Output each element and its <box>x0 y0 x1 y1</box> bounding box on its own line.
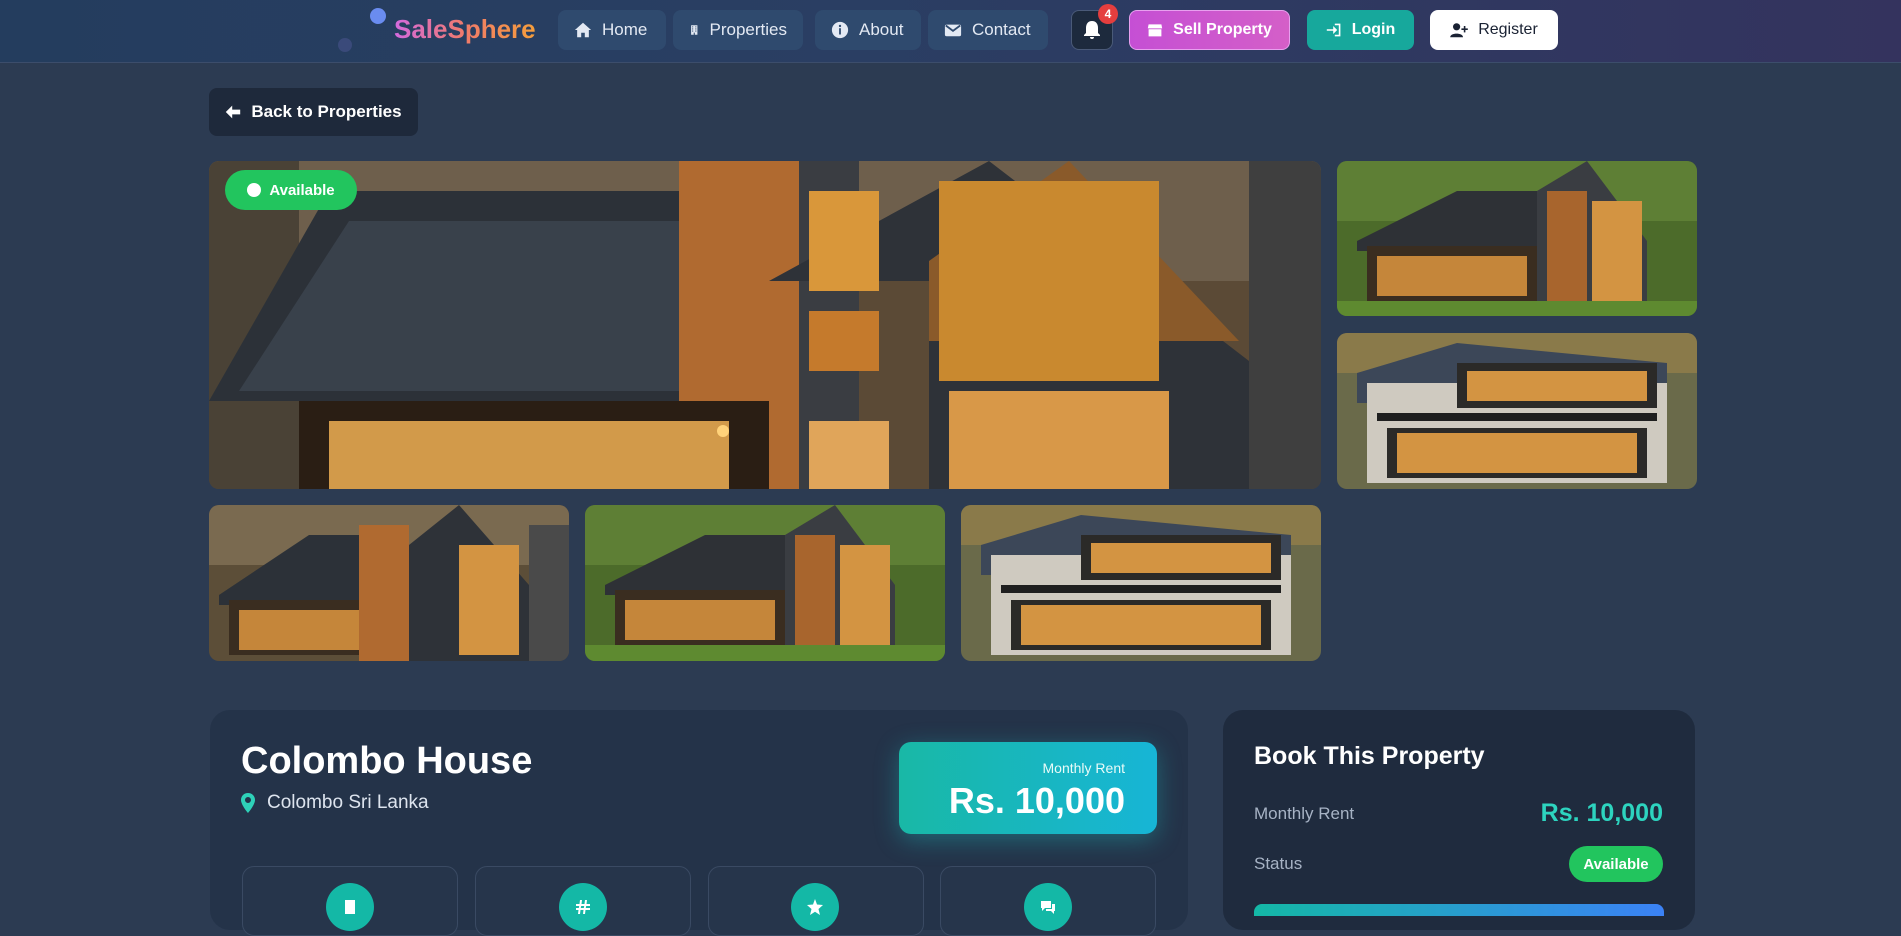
house-closeup-image <box>209 161 1321 489</box>
sell-property-label: Sell Property <box>1173 21 1272 38</box>
thumb-photo-1[interactable] <box>209 505 569 661</box>
chat-icon <box>1024 883 1072 931</box>
price-box: Monthly Rent Rs. 10,000 <box>899 742 1157 834</box>
booking-rent-label: Monthly Rent <box>1254 804 1355 823</box>
register-label: Register <box>1478 21 1538 38</box>
nav-properties-label: Properties <box>709 20 787 39</box>
availability-badge-label: Available <box>269 181 335 199</box>
house-stone-image <box>961 505 1321 661</box>
sell-property-button[interactable]: Sell Property <box>1129 10 1290 50</box>
house-wood-image <box>585 505 945 661</box>
house-stone-image <box>1337 333 1697 489</box>
main-photo[interactable] <box>209 161 1321 489</box>
brand-logo[interactable]: SaleSphere <box>394 14 536 45</box>
property-location: Colombo Sri Lanka <box>241 792 429 814</box>
envelope-icon <box>944 24 962 37</box>
nav-home[interactable]: Home <box>558 10 666 50</box>
bell-icon <box>1084 21 1100 39</box>
property-location-text: Colombo Sri Lanka <box>267 792 429 813</box>
arrow-left-icon <box>226 105 241 119</box>
login-label: Login <box>1351 21 1396 38</box>
home-icon <box>574 22 592 38</box>
price-label: Monthly Rent <box>1042 760 1125 776</box>
booking-action-button[interactable] <box>1254 904 1664 916</box>
login-button[interactable]: Login <box>1307 10 1414 50</box>
nav-contact[interactable]: Contact <box>928 10 1048 50</box>
nav-contact-label: Contact <box>972 20 1031 39</box>
logo-dot-icon <box>338 38 352 52</box>
register-button[interactable]: Register <box>1430 10 1558 50</box>
nav-about[interactable]: About <box>815 10 921 50</box>
booking-rent-value: Rs. 10,000 <box>1540 799 1663 827</box>
notification-count-badge: 4 <box>1098 4 1118 24</box>
availability-badge: Available <box>225 170 357 210</box>
store-icon <box>1147 24 1163 37</box>
info-icon <box>831 21 849 39</box>
back-label: Back to Properties <box>251 102 402 121</box>
booking-status-badge: Available <box>1569 846 1663 882</box>
booking-status-label: Status <box>1254 854 1303 873</box>
thumb-photo-2[interactable] <box>585 505 945 661</box>
house-autumn-image <box>209 505 569 661</box>
star-icon <box>791 883 839 931</box>
property-title: Colombo House <box>241 740 533 782</box>
nav-properties[interactable]: Properties <box>673 10 803 50</box>
back-to-properties-button[interactable]: Back to Properties <box>209 88 418 136</box>
nav-about-label: About <box>859 20 904 39</box>
building-icon <box>691 25 698 35</box>
side-photo-2[interactable] <box>1337 333 1697 489</box>
side-photo-1[interactable] <box>1337 161 1697 316</box>
map-pin-icon <box>241 793 255 813</box>
status-dot-icon <box>247 183 262 197</box>
booking-title: Book This Property <box>1254 742 1485 770</box>
building-icon <box>326 883 374 931</box>
user-plus-icon <box>1450 23 1469 38</box>
hash-icon <box>559 883 607 931</box>
nav-home-label: Home <box>602 20 648 39</box>
house-wood-image <box>1337 161 1697 316</box>
logo-dot-icon <box>370 8 386 24</box>
sign-in-icon <box>1326 23 1341 37</box>
thumb-photo-3[interactable] <box>961 505 1321 661</box>
price-value: Rs. 10,000 <box>948 780 1125 821</box>
